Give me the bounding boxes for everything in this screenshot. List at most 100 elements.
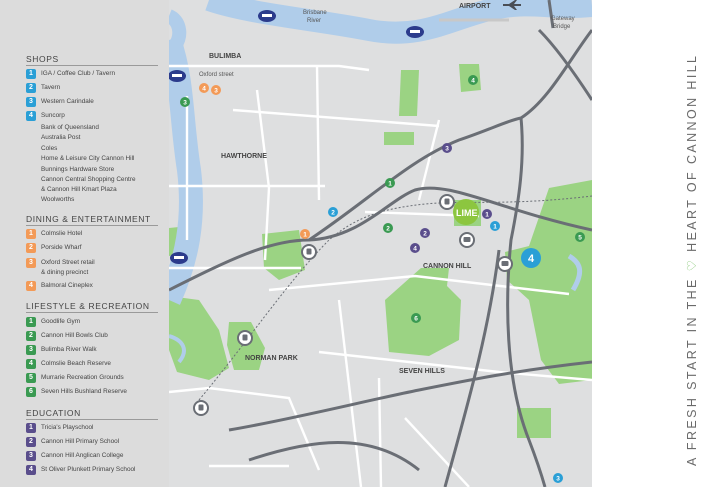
legend-label: Seven Hills Bushland Reserve bbox=[41, 388, 127, 395]
legend-label: St Oliver Plunkett Primary School bbox=[41, 466, 136, 473]
marker-shops-2[interactable]: 2 bbox=[328, 207, 338, 217]
train-station-icon[interactable] bbox=[193, 400, 209, 416]
legend-badge: 4 bbox=[26, 359, 36, 369]
marker-edu-2[interactable]: 2 bbox=[420, 228, 430, 238]
legend-divider bbox=[26, 225, 158, 226]
legend-label: Colmslie Beach Reserve bbox=[41, 360, 111, 367]
tagline-part: A FRESH START IN THE bbox=[685, 277, 699, 466]
legend-sublabel: Bank of Queensland bbox=[41, 124, 99, 131]
legend-label: Porside Wharf bbox=[41, 244, 82, 251]
park-area bbox=[262, 230, 305, 280]
legend-lifestyle-title: LIFESTYLE & RECREATION bbox=[26, 301, 150, 311]
marker-dining-4[interactable]: 4 bbox=[199, 83, 209, 93]
legend-badge: 2 bbox=[26, 437, 36, 447]
legend-badge: 1 bbox=[26, 317, 36, 327]
legend-panel: SHOPS 1 IGA / Coffee Club / Tavern 2 Tav… bbox=[0, 0, 169, 487]
marker-life-6[interactable]: 6 bbox=[411, 313, 421, 323]
legend-label: Goodlife Gym bbox=[41, 318, 81, 325]
highway bbox=[520, 29, 592, 120]
legend-sublabel: & dining precinct bbox=[41, 269, 89, 276]
legend-label: Western Carindale bbox=[41, 98, 94, 105]
legend-badge: 1 bbox=[26, 69, 36, 79]
marker-number: 3 bbox=[556, 476, 560, 483]
lime-logo-text: LIME bbox=[456, 208, 478, 218]
marker-life-2[interactable]: 2 bbox=[383, 223, 393, 233]
legend-sublabel: Australia Post bbox=[41, 134, 81, 141]
marker-life-3[interactable]: 3 bbox=[180, 97, 190, 107]
tagline-part: HEART OF CANNON HILL bbox=[685, 53, 699, 252]
train-station-icon[interactable] bbox=[237, 330, 253, 346]
label-gateway-bridge: Gateway bbox=[551, 16, 575, 22]
legend-badge: 2 bbox=[26, 243, 36, 253]
marker-dining-3[interactable]: 3 bbox=[211, 85, 221, 95]
legend-badge: 3 bbox=[26, 451, 36, 461]
marker-number: 1 bbox=[303, 232, 307, 239]
marker-life-1[interactable]: 1 bbox=[385, 178, 395, 188]
ferry-icon[interactable] bbox=[406, 26, 424, 38]
label-brisbane-river: Brisbane bbox=[303, 10, 327, 16]
legend-badge: 1 bbox=[26, 423, 36, 433]
marker-life-4[interactable]: 4 bbox=[468, 75, 478, 85]
legend-sublabel: Bunnings Hardware Store bbox=[41, 166, 115, 173]
label-brisbane-river: River bbox=[307, 18, 321, 24]
vertical-tagline: A FRESH START IN THE ♡ HEART OF CANNON H… bbox=[684, 36, 699, 466]
lime-logo[interactable]: LIME bbox=[453, 199, 479, 225]
marker-edu-3[interactable]: 3 bbox=[442, 143, 452, 153]
label-hawthorne: HAWTHORNE bbox=[221, 153, 267, 160]
bus-icon[interactable] bbox=[459, 232, 475, 248]
legend-sublabel: Woolworths bbox=[41, 196, 75, 203]
label-seven-hills: SEVEN HILLS bbox=[399, 368, 445, 375]
marker-number: 2 bbox=[386, 226, 390, 233]
legend-divider bbox=[26, 65, 158, 66]
marker-number: 1 bbox=[493, 224, 497, 231]
river-bend bbox=[169, 9, 187, 50]
road bbox=[169, 64, 370, 72]
legend-badge: 4 bbox=[26, 111, 36, 121]
heart-icon: ♡ bbox=[685, 257, 699, 272]
legend-label: Tavern bbox=[41, 84, 61, 91]
marker-dining-1[interactable]: 1 bbox=[300, 229, 310, 239]
legend-label: Bulimba River Walk bbox=[41, 346, 97, 353]
marker-life-5[interactable]: 5 bbox=[575, 232, 585, 242]
legend-badge: 2 bbox=[26, 331, 36, 341]
legend-badge: 3 bbox=[26, 345, 36, 355]
legend-label: Tricia's Playschool bbox=[41, 424, 94, 431]
legend-badge: 4 bbox=[26, 465, 36, 475]
label-gateway-bridge: Bridge bbox=[553, 24, 571, 30]
marker-number: 4 bbox=[202, 86, 206, 93]
legend-badge: 2 bbox=[26, 83, 36, 93]
marker-shops-3[interactable]: 3 bbox=[553, 473, 563, 483]
label-airport: AIRPORT bbox=[459, 3, 491, 10]
marker-number: 2 bbox=[423, 231, 427, 238]
marker-edu-4[interactable]: 4 bbox=[410, 243, 420, 253]
legend-label: Cannon Hill Anglican College bbox=[41, 452, 124, 459]
legend-label: Cannon Hill Primary School bbox=[41, 438, 120, 445]
bus-icon[interactable] bbox=[497, 256, 513, 272]
marker-number: 5 bbox=[578, 235, 582, 242]
marker-number: 4 bbox=[413, 246, 417, 253]
marker-edu-1[interactable]: 1 bbox=[482, 209, 492, 219]
ferry-icon[interactable] bbox=[258, 10, 276, 22]
legend-shops-title: SHOPS bbox=[26, 54, 59, 64]
road bbox=[315, 65, 321, 201]
label-bulimba: BULIMBA bbox=[209, 53, 241, 60]
train-station-icon[interactable] bbox=[439, 194, 455, 210]
marker-number: 4 bbox=[528, 253, 535, 265]
park-area bbox=[384, 132, 414, 145]
ferry-icon[interactable] bbox=[170, 252, 188, 264]
train-station-icon[interactable] bbox=[301, 244, 317, 260]
marker-shops-4[interactable]: 4 bbox=[521, 248, 541, 268]
legend-dining-title: DINING & ENTERTAINMENT bbox=[26, 214, 151, 224]
legend-badge: 1 bbox=[26, 229, 36, 239]
marker-number: 4 bbox=[471, 78, 475, 85]
area-map[interactable]: AIRPORT Brisbane River Gateway Bridge Ox… bbox=[169, 0, 592, 487]
legend-sublabel: & Cannon Hill Kmart Plaza bbox=[41, 186, 117, 193]
legend-sublabel: Home & Leisure City Cannon Hill bbox=[41, 155, 135, 162]
marker-number: 1 bbox=[485, 212, 489, 219]
road bbox=[404, 417, 470, 487]
road bbox=[377, 377, 383, 487]
legend-label: Suncorp bbox=[41, 112, 65, 119]
label-oxford-street: Oxford street bbox=[199, 72, 234, 78]
marker-number: 3 bbox=[445, 146, 449, 153]
marker-shops-1[interactable]: 1 bbox=[490, 221, 500, 231]
